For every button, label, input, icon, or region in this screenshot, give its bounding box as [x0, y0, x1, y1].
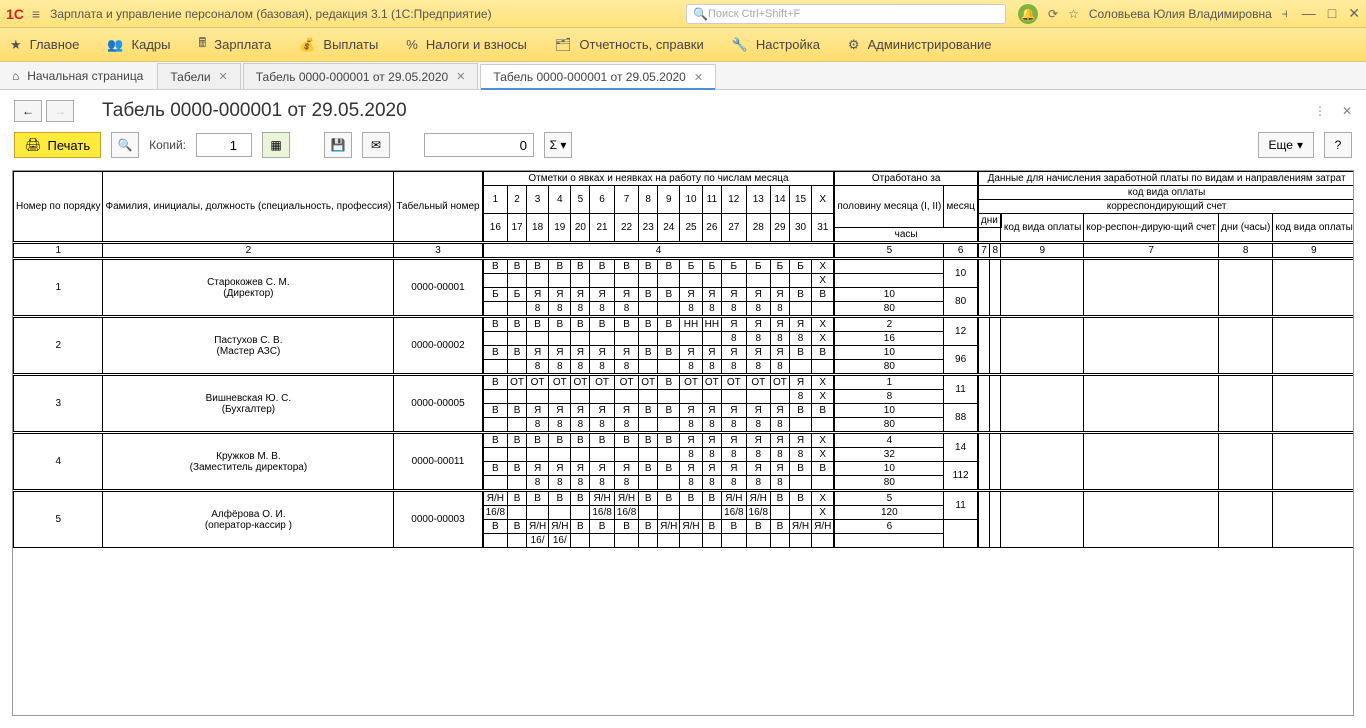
menu-taxes[interactable]: %Налоги и взносы: [406, 37, 527, 52]
kebab-icon[interactable]: ⋮: [1314, 104, 1326, 118]
back-button[interactable]: ←: [14, 100, 42, 122]
more-button[interactable]: Еще▾: [1258, 132, 1314, 158]
tab-tabeli[interactable]: Табели✕: [157, 63, 240, 89]
page-title: Табель 0000-000001 от 29.05.2020: [102, 100, 1302, 122]
close-icon[interactable]: ✕: [219, 70, 228, 83]
close-page-icon[interactable]: ✕: [1342, 104, 1352, 118]
close-icon[interactable]: ✕: [456, 70, 465, 83]
search-icon: 🔍: [693, 7, 708, 21]
tab-home[interactable]: ⌂Начальная страница: [0, 63, 155, 89]
close-icon[interactable]: ✕: [1348, 5, 1360, 22]
preview-button[interactable]: 🔍: [111, 132, 139, 158]
app-logo: 1C: [6, 6, 24, 22]
email-button[interactable]: ✉: [362, 132, 390, 158]
close-icon[interactable]: ✕: [694, 71, 703, 84]
menu-main[interactable]: ★Главное: [10, 37, 79, 53]
menu-admin[interactable]: ⚙Администрирование: [848, 37, 992, 53]
menu-reports[interactable]: 🗂Отчетность, справки: [555, 37, 704, 53]
sum-button[interactable]: Σ ▾: [544, 132, 572, 158]
menu-icon[interactable]: ≡: [32, 6, 40, 22]
maximize-icon[interactable]: □: [1328, 5, 1336, 22]
print-button[interactable]: 🖨Печать: [14, 132, 101, 158]
bell-icon[interactable]: 🔔: [1018, 4, 1038, 24]
printer-icon: 🖨: [25, 137, 42, 153]
menu-personnel[interactable]: 👥Кадры: [107, 37, 170, 53]
save-button[interactable]: 💾: [324, 132, 352, 158]
menu-salary[interactable]: 🖩Зарплата: [198, 34, 271, 56]
user-name[interactable]: Соловьева Юлия Владимировна: [1089, 7, 1272, 21]
menu-payments[interactable]: 💰Выплаты: [299, 37, 378, 53]
copies-label: Копий:: [149, 138, 186, 152]
app-title: Зарплата и управление персоналом (базова…: [50, 7, 686, 21]
spreadsheet[interactable]: Номер по порядкуФамилия, инициалы, должн…: [12, 170, 1354, 716]
search-input[interactable]: 🔍 Поиск Ctrl+Shift+F: [686, 4, 1006, 24]
number-input[interactable]: [424, 133, 534, 157]
star-icon[interactable]: ☆: [1068, 7, 1079, 21]
help-button[interactable]: ?: [1324, 132, 1352, 158]
grid-button[interactable]: ▦: [262, 132, 290, 158]
copies-input[interactable]: [196, 133, 252, 157]
minimize-icon[interactable]: —: [1302, 5, 1316, 22]
menu-settings[interactable]: 🔧Настройка: [732, 37, 820, 53]
filter-icon[interactable]: ⫞: [1282, 6, 1288, 21]
tab-doc1[interactable]: Табель 0000-000001 от 29.05.2020✕: [243, 63, 479, 89]
forward-button[interactable]: →: [46, 100, 74, 122]
tab-doc2-active[interactable]: Табель 0000-000001 от 29.05.2020✕: [480, 64, 716, 90]
history-icon[interactable]: ⟳: [1048, 7, 1058, 21]
